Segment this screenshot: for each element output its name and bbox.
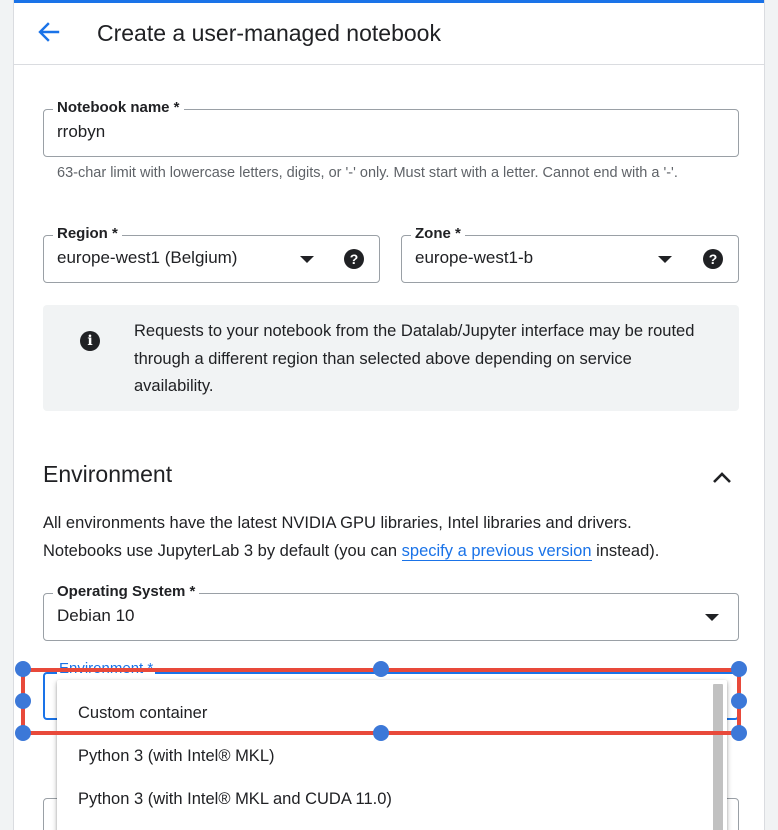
zone-label: Zone *: [411, 225, 465, 242]
dropdown-arrow-icon: [705, 614, 719, 621]
resize-handle-bottom[interactable]: [373, 725, 389, 741]
notebook-name-label: Notebook name *: [53, 99, 184, 116]
help-icon[interactable]: ?: [703, 249, 723, 269]
dropdown-arrow-icon: [658, 256, 672, 263]
region-label: Region *: [53, 225, 122, 242]
resize-handle-top-right[interactable]: [731, 661, 747, 677]
create-notebook-panel: Create a user-managed notebook Notebook …: [0, 0, 778, 830]
dropdown-arrow-icon: [300, 256, 314, 263]
description-prefix: Notebooks use JupyterLab 3 by default (y…: [43, 541, 402, 560]
resize-handle-bottom-right[interactable]: [731, 725, 747, 741]
notebook-name-value: rrobyn: [57, 122, 106, 141]
right-background: [764, 0, 778, 830]
resize-handle-right[interactable]: [731, 693, 747, 709]
operating-system-label: Operating System *: [53, 583, 200, 600]
region-select[interactable]: Region * europe-west1 (Belgium) ?: [43, 225, 380, 283]
specify-version-link[interactable]: specify a previous version: [401, 541, 592, 561]
notebook-name-field[interactable]: Notebook name * rrobyn: [43, 99, 739, 157]
menu-scrollbar[interactable]: [713, 684, 723, 830]
region-info-box: i Requests to your notebook from the Dat…: [43, 305, 739, 411]
panel-header: Create a user-managed notebook: [14, 3, 764, 65]
zone-value: europe-west1-b: [415, 248, 534, 267]
arrow-back-icon[interactable]: [34, 19, 62, 47]
resize-handle-top-left[interactable]: [15, 661, 31, 677]
region-info-text: Requests to your notebook from the Datal…: [134, 322, 695, 395]
zone-select[interactable]: Zone * europe-west1-b ?: [401, 225, 739, 283]
left-background: [0, 0, 14, 830]
info-icon: i: [80, 331, 100, 351]
description-suffix: instead).: [591, 541, 660, 560]
help-icon[interactable]: ?: [344, 249, 364, 269]
chevron-up-icon[interactable]: [708, 464, 736, 492]
resize-handle-top[interactable]: [373, 661, 389, 677]
environment-description-line1: All environments have the latest NVIDIA …: [43, 514, 632, 532]
operating-system-value: Debian 10: [57, 606, 135, 625]
resize-handle-left[interactable]: [15, 693, 31, 709]
operating-system-select[interactable]: Operating System * Debian 10: [43, 583, 739, 641]
page-title: Create a user-managed notebook: [97, 20, 441, 46]
menu-item-python3-mkl-cuda[interactable]: Python 3 (with Intel® MKL and CUDA 11.0): [57, 778, 712, 821]
environment-description: All environments have the latest NVIDIA …: [43, 510, 743, 565]
notebook-name-hint: 63-char limit with lowercase letters, di…: [57, 165, 678, 181]
environment-section-title: Environment: [43, 461, 173, 487]
resize-handle-bottom-left[interactable]: [15, 725, 31, 741]
menu-item-python3-mkl[interactable]: Python 3 (with Intel® MKL): [57, 735, 712, 778]
region-value: europe-west1 (Belgium): [57, 248, 238, 267]
environment-description-line2: Notebooks use JupyterLab 3 by default (y…: [43, 538, 743, 566]
environment-dropdown-menu: Custom container Python 3 (with Intel® M…: [57, 680, 727, 830]
